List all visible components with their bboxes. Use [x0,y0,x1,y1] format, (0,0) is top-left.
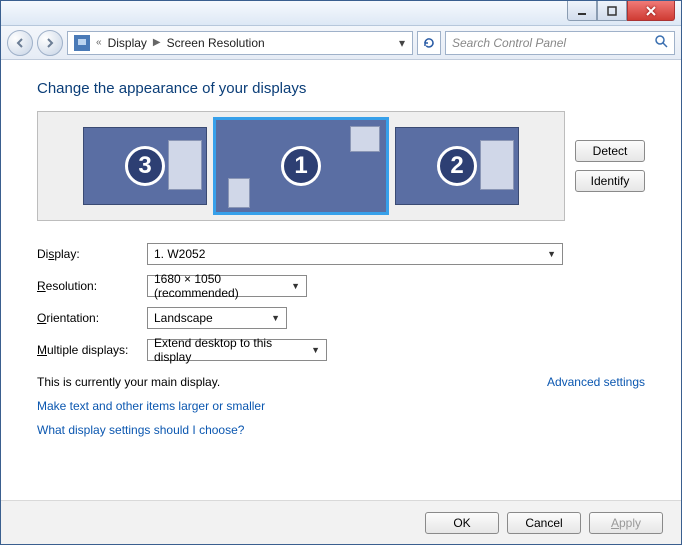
address-dropdown-icon[interactable]: ▾ [394,36,410,50]
monitor-deco-icon [168,140,202,190]
resolution-select[interactable]: 1680 × 1050 (recommended)▼ [147,275,307,297]
monitor-3[interactable]: 3 [83,127,207,205]
forward-button[interactable] [37,30,63,56]
breadcrumb-display[interactable]: Display [104,36,151,50]
detect-button[interactable]: Detect [575,140,645,162]
orientation-label: Orientation: [37,311,147,325]
monitor-deco-icon [228,178,250,208]
maximize-button[interactable] [597,1,627,21]
minimize-button[interactable] [567,1,597,21]
navigation-bar: « Display ▶ Screen Resolution ▾ Search C… [1,26,681,60]
control-panel-window: « Display ▶ Screen Resolution ▾ Search C… [0,0,682,545]
breadcrumb-screen-resolution[interactable]: Screen Resolution [163,36,269,50]
cancel-button[interactable]: Cancel [507,512,581,534]
monitor-deco-icon [350,126,380,152]
control-panel-icon [74,35,90,51]
search-icon [654,34,668,51]
monitor-1[interactable]: 1 [213,117,389,215]
monitor-deco-icon [480,140,514,190]
chevron-down-icon: ▼ [291,281,300,291]
advanced-settings-link[interactable]: Advanced settings [547,375,645,389]
content-area: Change the appearance of your displays 3… [1,60,681,500]
ok-button[interactable]: OK [425,512,499,534]
refresh-button[interactable] [417,31,441,55]
resolution-label: Resolution: [37,279,147,293]
search-placeholder: Search Control Panel [452,36,566,50]
multiple-displays-select[interactable]: Extend desktop to this display▼ [147,339,327,361]
page-title: Change the appearance of your displays [37,80,645,97]
display-select[interactable]: 1. W2052▼ [147,243,563,265]
chevron-down-icon: ▼ [311,345,320,355]
text-size-link[interactable]: Make text and other items larger or smal… [37,399,645,413]
chevron-down-icon: ▼ [547,249,556,259]
apply-button[interactable]: Apply [589,512,663,534]
monitor-number: 1 [281,146,321,186]
breadcrumb-sep-icon: « [96,37,102,48]
multiple-displays-label: Multiple displays: [37,343,147,357]
search-input[interactable]: Search Control Panel [445,31,675,55]
settings-form: Display: 1. W2052▼ Resolution: 1680 × 10… [37,243,645,361]
close-button[interactable] [627,1,675,21]
monitor-number: 2 [437,146,477,186]
back-button[interactable] [7,30,33,56]
titlebar [1,1,681,26]
dialog-footer: OK Cancel Apply [1,500,681,544]
orientation-select[interactable]: Landscape▼ [147,307,287,329]
display-preview-box: 3 1 2 [37,111,565,221]
identify-button[interactable]: Identify [575,170,645,192]
help-link[interactable]: What display settings should I choose? [37,423,645,437]
main-display-status: This is currently your main display. [37,375,220,389]
display-label: Display: [37,247,147,261]
chevron-right-icon: ▶ [153,37,161,48]
address-bar[interactable]: « Display ▶ Screen Resolution ▾ [67,31,413,55]
monitor-2[interactable]: 2 [395,127,519,205]
chevron-down-icon: ▼ [271,313,280,323]
monitor-number: 3 [125,146,165,186]
